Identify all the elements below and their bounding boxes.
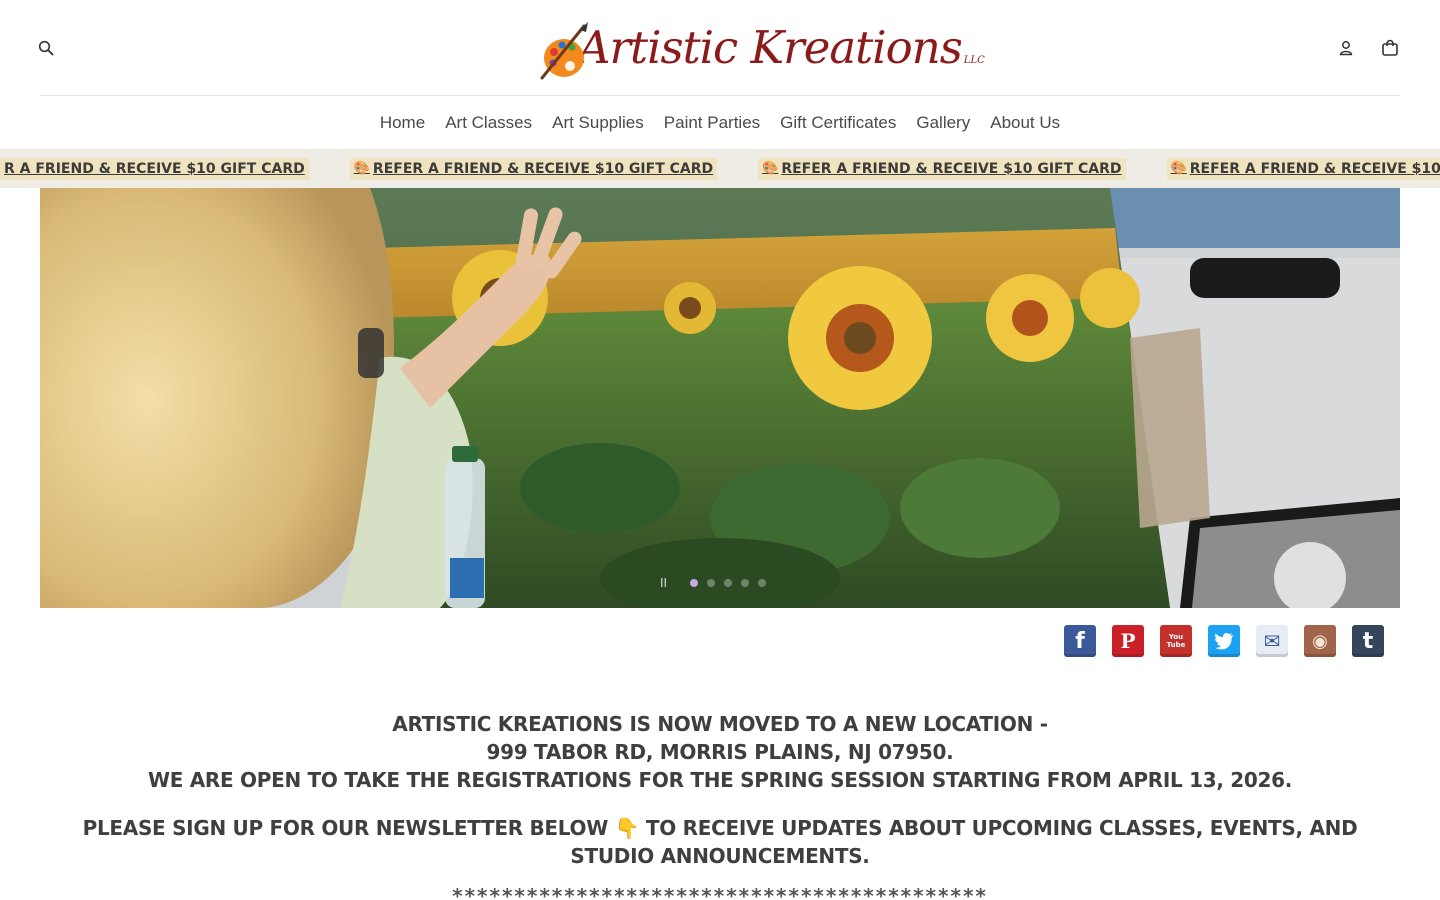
nav-item-paint-parties[interactable]: Paint Parties (654, 113, 770, 133)
nav-item-gallery[interactable]: Gallery (906, 113, 980, 133)
marquee-text: REFER A FRIEND & RECEIVE $10 GIFT CARD (372, 160, 714, 177)
youtube-glyph: You Tube (1166, 633, 1186, 649)
logo-text: Artistic Kreations (578, 20, 963, 74)
site-logo[interactable]: Artistic Kreations LLC (540, 14, 985, 80)
slide-dot[interactable] (724, 579, 733, 587)
instagram-icon[interactable]: ◉ (1304, 625, 1336, 657)
newsletter-line: STUDIO ANNOUNCEMENTS. (570, 844, 870, 868)
account-button[interactable] (1334, 36, 1358, 60)
newsletter-line: PLEASE SIGN UP FOR OUR NEWSLETTER BELOW … (82, 816, 1358, 840)
marquee-link[interactable]: R A FRIEND & RECEIVE $10 GIFT CARD (0, 157, 309, 180)
email-glyph: ✉ (1263, 629, 1281, 653)
hero-slideshow[interactable]: II (40, 188, 1400, 608)
hero-image (40, 188, 1400, 608)
pinterest-icon[interactable]: P (1112, 625, 1144, 657)
cart-button[interactable] (1378, 36, 1402, 60)
marquee-track: R A FRIEND & RECEIVE $10 GIFT CARD 🎨 REF… (0, 149, 1440, 188)
divider-stars: ****************************************… (452, 884, 988, 900)
marquee-text: R A FRIEND & RECEIVE $10 GIFT CARD (4, 160, 305, 177)
announcement-marquee: R A FRIEND & RECEIVE $10 GIFT CARD 🎨 REF… (0, 149, 1440, 188)
announcement-line: WE ARE OPEN TO TAKE THE REGISTRATIONS FO… (147, 768, 1293, 792)
marquee-text: REFER A FRIEND & RECEIVE $10 GIFT CARD (781, 160, 1122, 177)
slideshow-controls: II (660, 576, 767, 590)
search-icon (38, 40, 54, 56)
slide-dot[interactable] (741, 579, 750, 587)
pause-button[interactable]: II (660, 576, 667, 590)
palette-icon (540, 22, 588, 80)
marquee-link[interactable]: 🎨 REFER A FRIEND & RECEIVE $10 GIFT CARD (758, 157, 1126, 180)
facebook-icon[interactable]: f (1064, 625, 1096, 657)
shopping-bag-icon (1382, 39, 1398, 56)
social-links: f P You Tube t ✉ ◉ t (1064, 625, 1384, 657)
main-nav: Home Art Classes Art Supplies Paint Part… (0, 97, 1440, 149)
tumblr-icon[interactable]: t (1352, 625, 1384, 657)
instagram-glyph: ◉ (1312, 630, 1328, 652)
slide-dot[interactable] (707, 579, 716, 587)
email-icon[interactable]: ✉ (1256, 625, 1288, 657)
announcement-line: 999 TABOR RD, MORRIS PLAINS, NJ 07950. (486, 740, 954, 764)
palette-emoji-icon: 🎨 (1170, 161, 1187, 176)
nav-item-art-classes[interactable]: Art Classes (435, 113, 542, 133)
search-button[interactable] (34, 36, 58, 60)
marquee-text: REFER A FRIEND & RECEIVE $10 GIFT CARD (1189, 160, 1440, 177)
marquee-link[interactable]: 🎨 REFER A FRIEND & RECEIVE $10 GIFT CARD (349, 157, 718, 180)
newsletter-prompt: PLEASE SIGN UP FOR OUR NEWSLETTER BELOW … (0, 814, 1440, 870)
youtube-icon[interactable]: You Tube (1160, 625, 1192, 657)
nav-item-gift-certificates[interactable]: Gift Certificates (770, 113, 906, 133)
announcement-line: ARTISTIC KREATIONS IS NOW MOVED TO A NEW… (392, 712, 1048, 736)
nav-item-home[interactable]: Home (370, 113, 435, 133)
nav-item-about-us[interactable]: About Us (980, 113, 1070, 133)
tumblr-glyph: t (1362, 628, 1374, 654)
logo-suffix: LLC (963, 54, 985, 66)
announcement-block: ARTISTIC KREATIONS IS NOW MOVED TO A NEW… (0, 710, 1440, 794)
user-icon (1339, 41, 1353, 56)
twitter-icon[interactable]: t (1208, 625, 1240, 657)
palette-emoji-icon: 🎨 (353, 161, 370, 176)
marquee-link[interactable]: 🎨 REFER A FRIEND & RECEIVE $10 GIFT CARD (1166, 157, 1440, 180)
facebook-glyph: f (1075, 628, 1085, 654)
slide-dot[interactable] (758, 579, 767, 587)
site-header: Artistic Kreations LLC (0, 0, 1440, 97)
pinterest-glyph: P (1120, 629, 1136, 653)
nav-item-art-supplies[interactable]: Art Supplies (542, 113, 654, 133)
header-bar: Artistic Kreations LLC (38, 0, 1402, 96)
palette-emoji-icon: 🎨 (762, 161, 779, 176)
slide-dot[interactable] (690, 579, 699, 587)
